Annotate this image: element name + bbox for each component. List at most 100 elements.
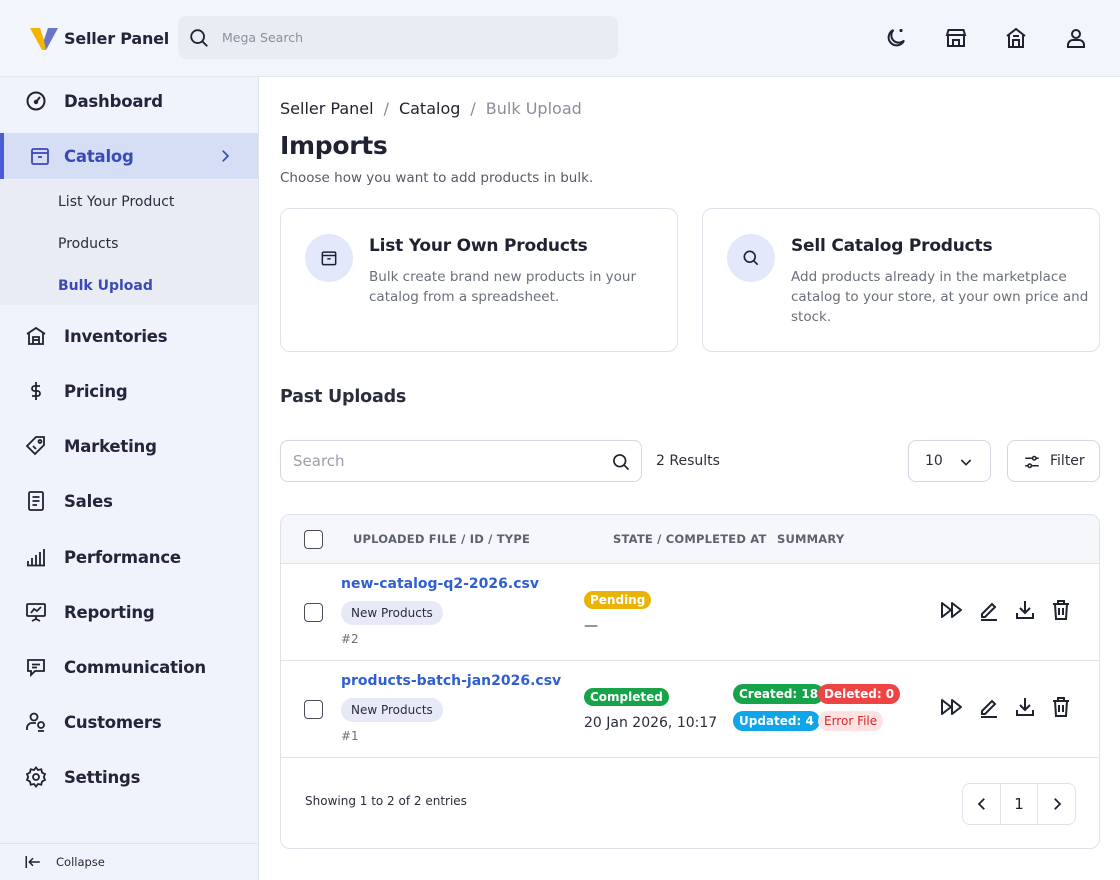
chevron-left-icon [977,798,985,810]
sidebar-item-label: Catalog [64,146,134,166]
gear-icon [25,766,47,788]
row-checkbox[interactable] [304,603,323,622]
state-badge: Pending [584,591,652,609]
table-row: new-catalog-q2-2026.csv New Products #2 … [281,564,1099,661]
sidebar-item-reporting[interactable]: Reporting [0,589,258,635]
sidebar-item-label: Performance [64,547,181,567]
customers-icon [26,712,45,732]
filter-label: Filter [1050,453,1085,469]
collapse-left-icon [25,856,40,868]
sidebar-item-label: Communication [64,657,206,677]
entries-summary: Showing 1 to 2 of 2 entries [305,794,467,808]
completed-at: — [584,618,598,634]
row-id: #1 [341,729,359,743]
row-id: #2 [341,632,359,646]
catalog-submenu: List Your Product Products Bulk Upload [0,180,258,305]
mega-search[interactable] [178,16,618,59]
breadcrumb-seller-panel[interactable]: Seller Panel [280,99,374,118]
row-checkbox[interactable] [304,700,323,719]
column-header-file: UPLOADED FILE / ID / TYPE [353,532,531,546]
pagination: 1 [962,783,1076,825]
sidebar: Dashboard Catalog List Your Product Prod… [0,77,259,880]
submenu-item-products[interactable]: Products [58,236,118,252]
card-title: Sell Catalog Products [791,236,993,256]
sell-catalog-products-card[interactable]: Sell Catalog Products Add products alrea… [702,208,1100,352]
prev-page-button[interactable] [963,784,1000,824]
presentation-icon [26,603,46,622]
type-badge: New Products [341,698,443,722]
sidebar-item-label: Dashboard [64,91,163,111]
box-icon [31,148,49,165]
mega-search-input[interactable] [222,16,602,59]
store-icon[interactable] [944,26,968,50]
uploads-search-input[interactable] [293,441,603,481]
trash-icon[interactable] [1049,695,1073,719]
completed-at: 20 Jan 2026, 10:17 [584,715,718,731]
column-header-summary: SUMMARY [777,532,845,546]
download-icon[interactable] [1013,598,1037,622]
edit-icon[interactable] [977,598,1001,622]
page-number-button[interactable]: 1 [1000,784,1038,824]
file-link[interactable]: products-batch-jan2026.csv [341,673,561,689]
sidebar-item-label: Marketing [64,436,157,456]
state-badge: Completed [584,688,669,706]
sidebar-item-communication[interactable]: Communication [0,644,258,690]
edit-icon[interactable] [977,695,1001,719]
sidebar-item-catalog[interactable]: Catalog [0,133,258,179]
sidebar-item-customers[interactable]: Customers [0,699,258,745]
brand-logo-icon [30,28,58,50]
results-count: 2 Results [656,453,720,469]
sidebar-item-label: Sales [64,491,113,511]
run-icon[interactable] [940,598,964,622]
download-icon[interactable] [1013,695,1037,719]
warehouse-icon [26,326,46,345]
sliders-icon [1025,455,1039,469]
per-page-select[interactable]: 10 [908,440,991,482]
uploads-table: UPLOADED FILE / ID / TYPE STATE / COMPLE… [280,514,1100,849]
moon-icon[interactable] [884,26,908,50]
box-icon [321,251,337,266]
summary-created-badge: Created: 18 [733,684,825,704]
error-file-link[interactable]: Error File [818,711,884,731]
uploads-search[interactable] [280,440,642,482]
search-icon[interactable] [611,452,631,472]
type-badge: New Products [341,601,443,625]
chevron-right-icon [1054,798,1062,810]
run-icon[interactable] [940,695,964,719]
submenu-item-list-your-product[interactable]: List Your Product [58,194,174,210]
page-title: Imports [280,131,388,160]
list-own-products-card[interactable]: List Your Own Products Bulk create brand… [280,208,678,352]
gauge-icon [26,91,46,111]
breadcrumb-separator: / [383,99,389,118]
shop-icon[interactable] [1004,26,1028,50]
card-icon-circle [727,234,775,282]
receipt-icon [28,491,44,511]
user-icon[interactable] [1064,26,1088,50]
submenu-item-bulk-upload[interactable]: Bulk Upload [58,278,153,294]
search-icon [190,29,208,47]
sidebar-item-pricing[interactable]: Pricing [0,368,258,414]
sidebar-item-settings[interactable]: Settings [0,754,258,800]
sidebar-item-dashboard[interactable]: Dashboard [0,78,258,124]
collapse-label: Collapse [56,855,105,869]
file-link[interactable]: new-catalog-q2-2026.csv [341,576,539,592]
select-all-checkbox[interactable] [304,530,323,549]
breadcrumb-catalog[interactable]: Catalog [399,99,460,118]
sidebar-item-sales[interactable]: Sales [0,478,258,524]
sidebar-item-marketing[interactable]: Marketing [0,423,258,469]
per-page-value: 10 [925,453,943,469]
table-header: UPLOADED FILE / ID / TYPE STATE / COMPLE… [281,515,1099,564]
brand[interactable]: Seller Panel [28,22,169,54]
filter-button[interactable]: Filter [1007,440,1100,482]
next-page-button[interactable] [1038,784,1075,824]
chevron-right-icon [222,150,230,162]
search-icon [743,250,759,266]
collapse-button[interactable]: Collapse [0,843,258,880]
past-uploads-title: Past Uploads [280,387,407,407]
message-icon [27,659,45,678]
sidebar-item-inventories[interactable]: Inventories [0,313,258,359]
trash-icon[interactable] [1049,598,1073,622]
sidebar-item-performance[interactable]: Performance [0,534,258,580]
sidebar-item-label: Inventories [64,326,168,346]
top-header: Seller Panel [0,0,1120,77]
